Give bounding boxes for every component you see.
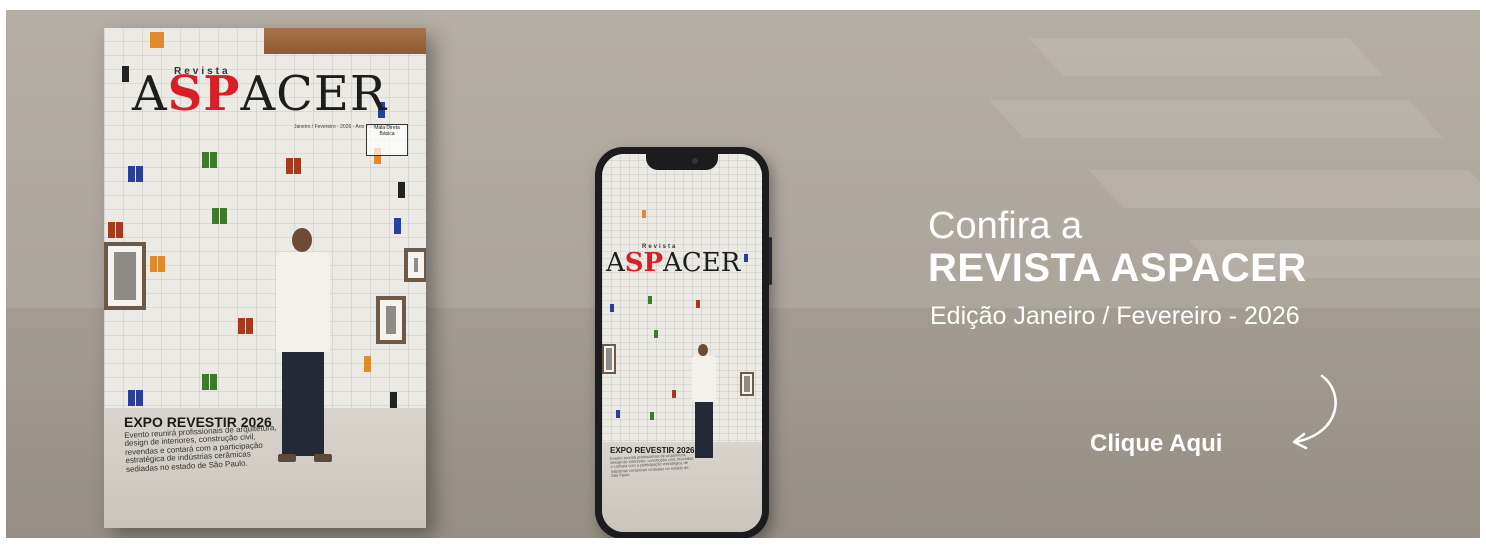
wall-frame — [602, 344, 616, 374]
wood-ceiling — [264, 28, 426, 54]
color-tile — [394, 218, 401, 234]
color-tile — [122, 66, 129, 82]
color-tile — [294, 158, 301, 174]
smartphone-mockup[interactable]: Revista ASPACER EXPO REVESTIR 2026 Event… — [595, 147, 772, 538]
color-tile — [654, 330, 658, 338]
wall-frame — [740, 372, 754, 396]
edition-subtitle: Edição Janeiro / Fevereiro - 2026 — [930, 302, 1300, 330]
phone-cover-text: Evento reunirá profissionais de arquitet… — [609, 452, 694, 478]
color-tile — [210, 152, 217, 168]
color-tile — [136, 166, 143, 182]
color-tile — [238, 318, 245, 334]
headline-line2: REVISTA ASPACER — [928, 246, 1307, 290]
aspacer-banner[interactable]: Revista ASPACER Janeiro / Fevereiro - 20… — [6, 10, 1480, 538]
curved-arrow-icon — [1292, 374, 1337, 450]
color-tile — [210, 374, 217, 390]
color-tile — [610, 304, 614, 312]
magazine-cover-text: Evento reunirá profissionais de arquitet… — [123, 423, 277, 474]
camera-icon — [692, 158, 698, 164]
color-tile — [246, 318, 253, 334]
color-tile — [650, 412, 654, 420]
color-tile — [202, 152, 209, 168]
color-tile — [364, 356, 371, 372]
color-tile — [642, 210, 646, 218]
mailing-box: Mala Direta Básica — [366, 124, 408, 156]
magazine-cover[interactable]: Revista ASPACER Janeiro / Fevereiro - 20… — [104, 28, 426, 528]
color-tile — [672, 390, 676, 398]
phone-notch — [646, 154, 718, 170]
decorative-stripe — [1028, 38, 1384, 76]
headline-line1: Confira a — [928, 205, 1083, 247]
wall-frame — [404, 248, 426, 282]
color-tile — [128, 166, 135, 182]
color-tile — [157, 32, 164, 48]
phone-side-button — [769, 237, 772, 285]
color-tile — [220, 208, 227, 224]
color-tile — [150, 256, 157, 272]
color-tile — [212, 208, 219, 224]
color-tile — [158, 256, 165, 272]
phone-screen[interactable]: Revista ASPACER EXPO REVESTIR 2026 Event… — [602, 154, 762, 532]
phone-magazine-logo: ASPACER — [606, 248, 741, 278]
decorative-stripe — [988, 100, 1444, 138]
click-here-button[interactable]: Clique Aqui — [1090, 430, 1222, 458]
mailing-box-line2: Básica — [379, 131, 395, 137]
color-tile — [696, 300, 700, 308]
color-tile — [108, 222, 115, 238]
color-tile — [398, 182, 405, 198]
color-tile — [136, 390, 143, 406]
color-tile — [744, 254, 748, 262]
color-tile — [116, 222, 123, 238]
magazine-logo: ASPACER — [132, 66, 388, 122]
color-tile — [202, 374, 209, 390]
color-tile — [648, 296, 652, 304]
color-tile — [390, 392, 397, 408]
color-tile — [286, 158, 293, 174]
wall-frame — [376, 296, 406, 344]
color-tile — [150, 32, 157, 48]
wall-frame — [104, 242, 146, 310]
color-tile — [616, 410, 620, 418]
decorative-stripe — [1088, 170, 1480, 208]
color-tile — [128, 390, 135, 406]
